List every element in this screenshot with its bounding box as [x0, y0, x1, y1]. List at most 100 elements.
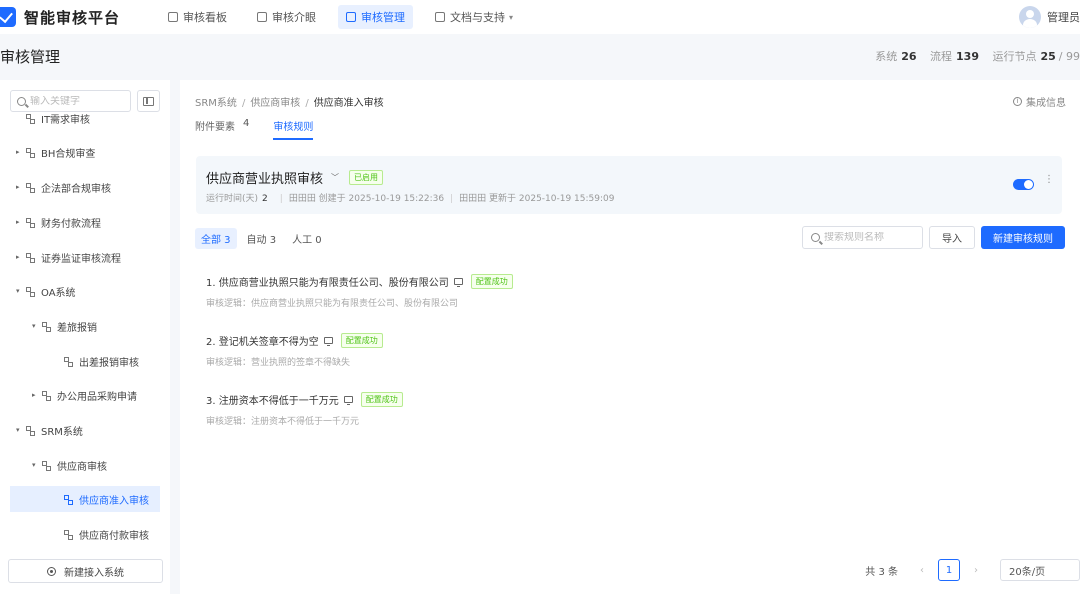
- nav-audit-management[interactable]: 审核管理: [338, 5, 413, 29]
- rule-title: 1. 供应商营业执照只能为有限责任公司、股份有限公司: [206, 278, 449, 289]
- breadcrumb: SRM系统 / 供应商审核 / 供应商准入审核: [195, 94, 384, 109]
- stats-summary: 系统 26 流程 139 运行节点 25/ 99: [875, 48, 1080, 64]
- import-button[interactable]: 导入: [929, 226, 975, 249]
- rule-item[interactable]: 1. 供应商营业执照只能为有限责任公司、股份有限公司 配置成功 审核逻辑：供应商…: [206, 274, 906, 309]
- rule-set-enable-toggle[interactable]: [1013, 179, 1034, 190]
- next-page-button[interactable]: ›: [966, 565, 986, 576]
- rule-item[interactable]: 2. 登记机关签章不得为空 配置成功 审核逻辑：营业执照的签章不得缺失: [206, 333, 906, 368]
- updated-info: 田田田 更新于 2025-10-19 15:59:09: [459, 194, 615, 204]
- filter-all[interactable]: 全部 3: [195, 228, 237, 249]
- tree-item-label: 供应商准入审核: [79, 495, 149, 507]
- new-rule-button[interactable]: 新建审核规则: [981, 226, 1065, 249]
- monitor-icon: [343, 396, 353, 405]
- flow-node-icon: [26, 425, 35, 436]
- app-logo[interactable]: 智能审核平台: [0, 7, 150, 28]
- tab-audit-rules[interactable]: 审核规则: [273, 118, 314, 140]
- integration-info-link[interactable]: i 集成信息: [1013, 94, 1066, 109]
- status-badge: 已启用: [349, 170, 384, 185]
- flow-node-icon: [64, 494, 73, 505]
- tree-item-supplier-audit[interactable]: ▾ 供应商审核: [0, 452, 170, 478]
- nav-label: 审核介眼: [272, 11, 316, 24]
- rule-item[interactable]: 3. 注册资本不得低于一千万元 配置成功 审核逻辑：注册资本不得低于一千万元: [206, 392, 906, 427]
- new-system-button[interactable]: 新建接入系统: [8, 559, 163, 583]
- tree-item-supplier-admission[interactable]: 供应商准入审核: [10, 486, 160, 512]
- sidebar-collapse-button[interactable]: [137, 90, 160, 112]
- sidebar-search: [10, 90, 131, 112]
- tree-item-travel-reimburse[interactable]: ▾ 差旅报销: [0, 313, 170, 339]
- tree-item-securities-audit[interactable]: ▸ 证券监证审核流程: [0, 244, 170, 270]
- tree-item-label: BH合规审查: [41, 148, 96, 160]
- nav-audit-dashboard[interactable]: 审核看板: [160, 5, 235, 29]
- tree-item-label: OA系统: [41, 287, 76, 299]
- rule-title-row: 1. 供应商营业执照只能为有限责任公司、股份有限公司 配置成功: [206, 274, 906, 289]
- tree-item-finance-payment[interactable]: ▸ 财务付款流程: [0, 209, 170, 235]
- flow-node-icon: [42, 460, 51, 471]
- stat-label-flows: 流程: [930, 50, 953, 63]
- rule-logic: 审核逻辑：营业执照的签章不得缺失: [206, 358, 351, 368]
- expand-arrow-icon: ▸: [16, 183, 20, 191]
- nav-audit-list[interactable]: 审核介眼: [249, 5, 324, 29]
- rule-title: 2. 登记机关签章不得为空: [206, 337, 319, 348]
- prev-page-button[interactable]: ‹: [912, 565, 932, 576]
- collapse-arrow-icon: ▾: [16, 426, 20, 434]
- flow-node-icon: [26, 182, 35, 193]
- pagination: 共 3 条 ‹ 1 › 20条/页: [865, 558, 1080, 582]
- tree-item-label: IT需求审核: [41, 114, 91, 126]
- main-nav: 审核看板 审核介眼 审核管理 文档与支持 ▾: [160, 5, 535, 29]
- tree-item-label: 财务付款流程: [41, 218, 101, 230]
- collapse-arrow-icon: ▾: [16, 287, 20, 295]
- rule-logic: 审核逻辑：注册资本不得低于一千万元: [206, 417, 360, 427]
- integration-info-label: 集成信息: [1026, 98, 1066, 109]
- page-number-current[interactable]: 1: [938, 559, 960, 581]
- page-header: 审核管理 系统 26 流程 139 运行节点 25/ 99: [0, 34, 1080, 78]
- tab-attachments[interactable]: 附件要素 4: [195, 118, 249, 140]
- breadcrumb-supplier-audit[interactable]: 供应商审核: [250, 98, 300, 109]
- main-panel: SRM系统 / 供应商审核 / 供应商准入审核 i 集成信息 附件要素 4 审核规则 供…: [180, 80, 1080, 594]
- expand-arrow-icon: ▸: [16, 218, 20, 226]
- tree-item-srm-system[interactable]: ▾ SRM系统: [0, 417, 170, 443]
- filter-auto[interactable]: 自动 3: [241, 228, 283, 249]
- tree-item-oa-system[interactable]: ▾ OA系统: [0, 278, 170, 304]
- rule-logic: 审核逻辑：供应商营业执照只能为有限责任公司、股份有限公司: [206, 299, 459, 309]
- top-navbar: 智能审核平台 审核看板 审核介眼 审核管理 文档与支持 ▾ 管理员: [0, 0, 1080, 34]
- tree-item-legal-compliance[interactable]: ▸ 企法部合规审核: [0, 174, 170, 200]
- tree-item-label: 企法部合规审核: [41, 183, 111, 195]
- rule-title: 3. 注册资本不得低于一千万元: [206, 396, 339, 407]
- runtime-value: 2: [262, 194, 268, 204]
- tree-item-bh-compliance[interactable]: ▸ BH合规审查: [0, 139, 170, 165]
- nav-docs-support[interactable]: 文档与支持 ▾: [427, 5, 521, 29]
- breadcrumb-srm[interactable]: SRM系统: [195, 98, 237, 109]
- page-size-select[interactable]: 20条/页: [1000, 559, 1080, 581]
- search-icon: [811, 233, 820, 242]
- runtime-label: 运行时间(天): [206, 194, 259, 204]
- dashboard-icon: [168, 12, 178, 22]
- user-menu[interactable]: 管理员: [1019, 0, 1080, 34]
- filter-manual[interactable]: 人工 0: [286, 228, 328, 249]
- flow-node-icon: [26, 217, 35, 228]
- tree-item-label: 差旅报销: [57, 322, 97, 334]
- rule-set-meta: 运行时间(天) 2 | 田田田 创建于 2025-10-19 15:22:36 | 田田田…: [206, 191, 614, 204]
- tree-item-supplier-payment[interactable]: 供应商付款审核: [0, 521, 170, 547]
- rule-search-input[interactable]: [824, 232, 919, 243]
- stat-value-flows: 139: [956, 50, 979, 63]
- list-icon: [257, 12, 267, 22]
- more-vertical-icon[interactable]: ⋮: [1044, 175, 1054, 185]
- nav-label: 文档与支持: [450, 11, 505, 24]
- flow-node-icon: [42, 321, 51, 332]
- flow-node-icon: [26, 252, 35, 263]
- tree-item-it-requirement[interactable]: IT需求审核: [0, 114, 170, 131]
- sidebar-search-input[interactable]: [30, 95, 126, 107]
- rule-set-title-row[interactable]: 供应商营业执照审核 ﹀ 已启用: [206, 168, 384, 187]
- tab-label: 审核规则: [273, 122, 314, 133]
- nav-label: 审核管理: [361, 11, 405, 24]
- created-info: 田田田 创建于 2025-10-19 15:22:36: [288, 194, 445, 204]
- tree-item-label: 办公用品采购申请: [57, 391, 137, 403]
- tab-count: 4: [243, 118, 250, 129]
- flow-node-icon: [26, 286, 35, 297]
- info-icon: i: [1013, 97, 1022, 106]
- config-status-badge: 配置成功: [340, 333, 383, 348]
- user-name: 管理员: [1047, 11, 1080, 24]
- monitor-icon: [323, 337, 333, 346]
- tree-item-business-trip-audit[interactable]: 出差报销审核: [0, 348, 170, 374]
- tree-item-office-supplies[interactable]: ▸ 办公用品采购申请: [0, 382, 170, 408]
